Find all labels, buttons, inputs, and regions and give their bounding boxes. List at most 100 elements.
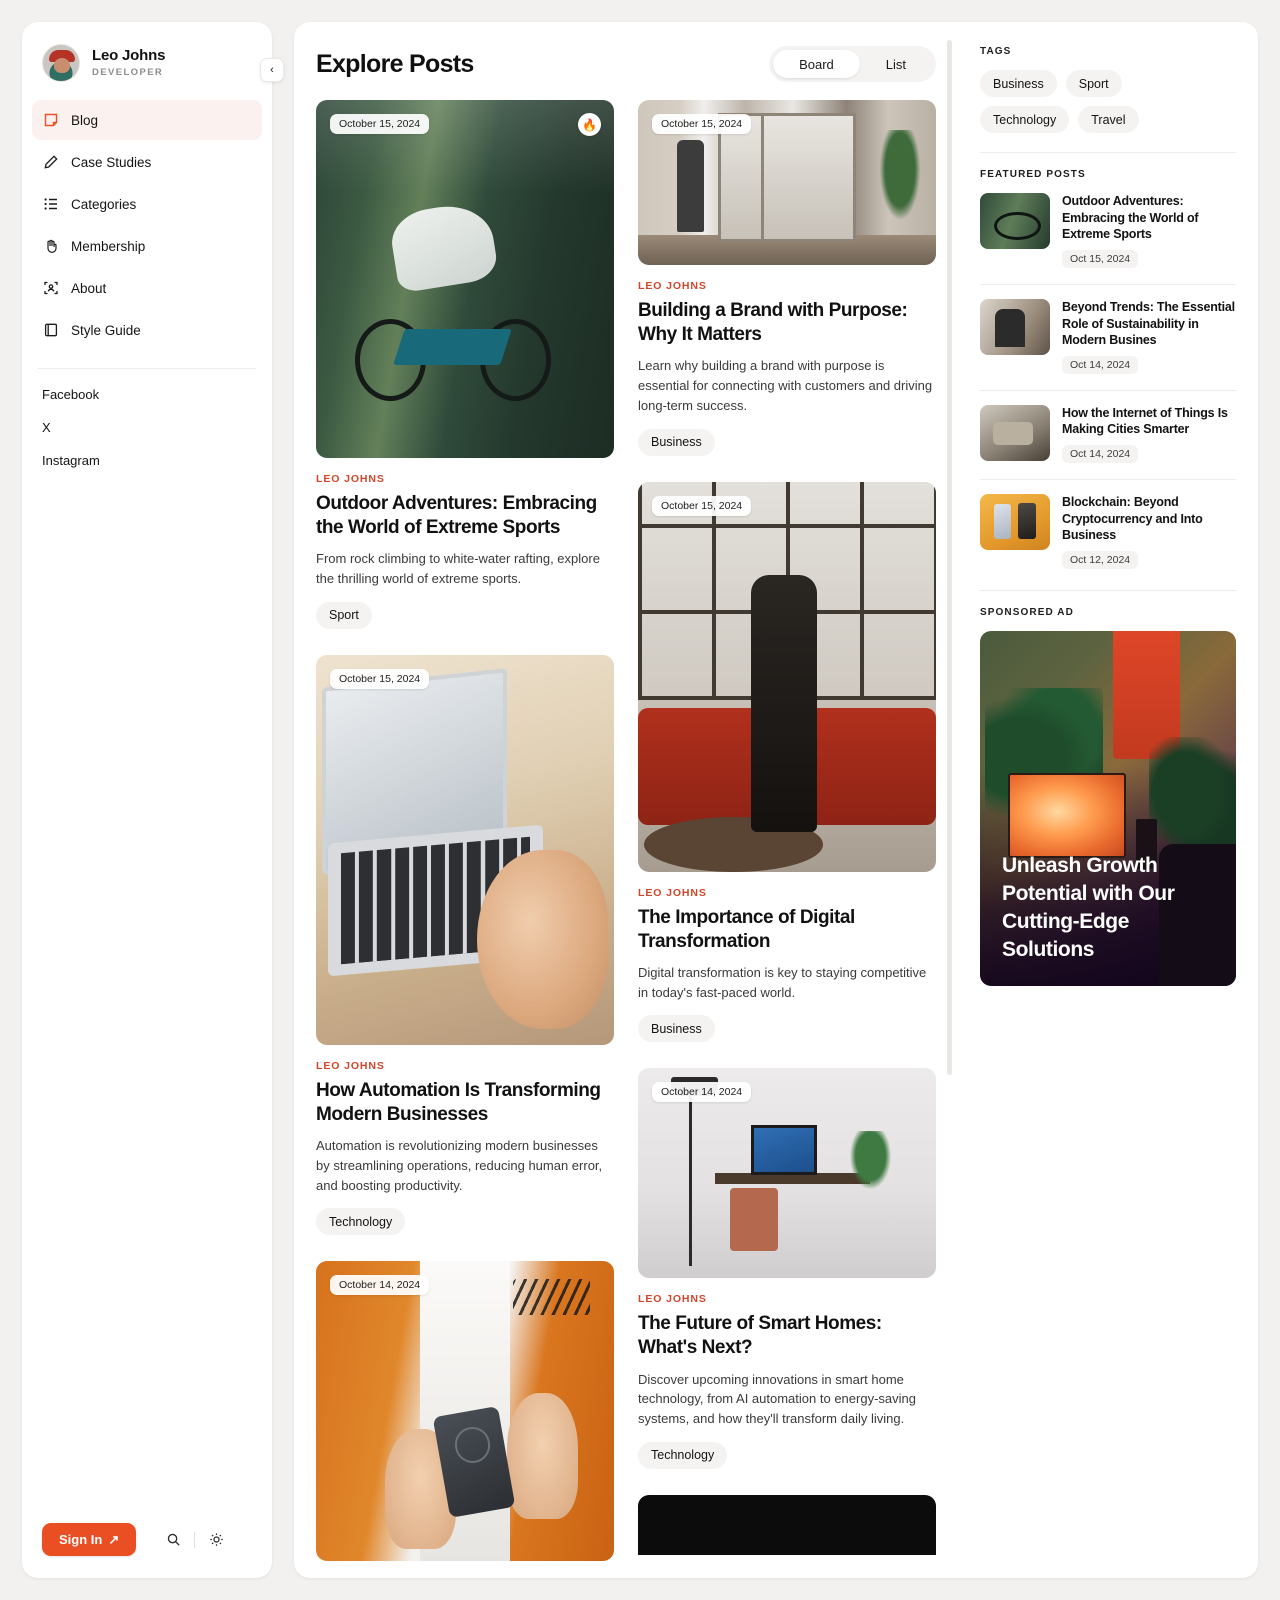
tab-board[interactable]: Board — [773, 50, 860, 78]
tag-business[interactable]: Business — [980, 70, 1057, 97]
post-card[interactable]: October 15, 2024 LEO JOHNS Building a Br… — [638, 100, 936, 456]
post-description: Digital transformation is key to staying… — [638, 964, 927, 1000]
featured-post-item[interactable]: Outdoor Adventures: Embracing the World … — [980, 193, 1236, 270]
list-icon — [42, 196, 59, 213]
post-thumbnail[interactable]: October 14, 2024 — [316, 1261, 614, 1562]
post-card[interactable]: October 15, 2024 LEO JOHNS The Importanc… — [638, 481, 936, 1043]
post-title[interactable]: The Future of Smart Homes: What's Next? — [638, 1312, 936, 1360]
featured-date: Oct 14, 2024 — [1062, 355, 1139, 374]
post-card[interactable]: October 14, 2024 — [316, 1261, 614, 1562]
sponsored-ad-heading: SPONSORED AD — [980, 606, 1074, 618]
post-card[interactable]: October 14, 2024 LEO JOHNS The Future of… — [638, 1068, 936, 1469]
featured-date: Oct 14, 2024 — [1062, 445, 1139, 463]
featured-heading: FEATURED POSTS — [980, 169, 1086, 180]
post-title[interactable]: Building a Brand with Purpose: Why It Ma… — [638, 299, 936, 347]
post-thumbnail[interactable]: October 15, 2024 🔥 — [316, 100, 614, 458]
post-date-badge: October 14, 2024 — [330, 1275, 430, 1296]
featured-thumbnail — [980, 193, 1050, 249]
post-date-badge: October 15, 2024 — [652, 114, 752, 134]
sponsored-ad-title: Unleash Growth Potential with Our Cuttin… — [1002, 854, 1175, 961]
social-link-facebook[interactable]: Facebook — [42, 387, 252, 402]
post-description: Learn why building a brand with purpose … — [638, 358, 933, 413]
post-card[interactable]: October 15, 2024 LEO JOHNS How Automatio… — [316, 654, 614, 1236]
social-link-instagram[interactable]: Instagram — [42, 453, 252, 468]
sidebar-item-categories[interactable]: Categories — [32, 184, 262, 224]
sidebar: ‹ Leo Johns DEVELOPER Blog Case Studies … — [22, 22, 284, 1578]
featured-date: Oct 12, 2024 — [1062, 550, 1139, 569]
post-title[interactable]: How Automation Is Transforming Modern Bu… — [316, 1079, 614, 1127]
featured-divider — [980, 389, 1236, 391]
featured-title[interactable]: Blockchain: Beyond Cryptocurrency and In… — [1062, 494, 1236, 544]
featured-title[interactable]: Beyond Trends: The Essential Role of Sus… — [1062, 299, 1236, 349]
social-link-x[interactable]: X — [42, 420, 252, 435]
featured-post-item[interactable]: How the Internet of Things Is Making Cit… — [980, 404, 1236, 465]
rail-divider — [980, 152, 1236, 153]
post-author: LEO JOHNS — [638, 280, 707, 292]
post-tag[interactable]: Sport — [316, 601, 372, 629]
featured-divider — [980, 479, 1236, 480]
post-title[interactable]: The Importance of Digital Transformation — [638, 906, 936, 954]
sidebar-item-label: About — [71, 280, 107, 296]
sidebar-item-style-guide[interactable]: Style Guide — [32, 310, 262, 350]
tab-list[interactable]: List — [860, 50, 932, 78]
right-rail: TAGS Business Sport Technology Travel FE… — [958, 22, 1258, 1578]
posts-masonry: October 15, 2024 🔥 LEO JOHNS Outdoor Adv… — [316, 100, 936, 1578]
app-root: ‹ Leo Johns DEVELOPER Blog Case Studies … — [0, 0, 1280, 1600]
sidebar-item-case-studies[interactable]: Case Studies — [32, 142, 262, 182]
rail-divider — [980, 589, 1236, 591]
post-thumbnail[interactable] — [638, 1494, 936, 1555]
sidebar-item-membership[interactable]: Membership — [32, 226, 262, 266]
tag-sport[interactable]: Sport — [1065, 70, 1122, 97]
post-thumbnail[interactable]: October 14, 2024 — [638, 1068, 936, 1279]
posts-column-right: October 15, 2024 LEO JOHNS Building a Br… — [638, 100, 936, 1578]
sponsored-ad-card[interactable]: Unleash Growth Potential with Our Cuttin… — [980, 630, 1236, 986]
sidebar-item-about[interactable]: About — [32, 268, 262, 308]
post-author: LEO JOHNS — [638, 886, 707, 899]
featured-thumbnail — [980, 298, 1050, 355]
post-tag[interactable]: Technology — [638, 1441, 728, 1469]
post-card[interactable]: October 15, 2024 🔥 LEO JOHNS Outdoor Adv… — [316, 100, 614, 629]
tags-heading: TAGS — [980, 46, 1012, 57]
pencil-icon — [42, 154, 59, 171]
featured-post-item[interactable]: Blockchain: Beyond Cryptocurrency and In… — [980, 494, 1236, 571]
post-thumbnail[interactable]: October 15, 2024 — [316, 654, 614, 1045]
view-toggle: Board List — [769, 46, 936, 82]
post-tag[interactable]: Technology — [316, 1208, 406, 1236]
tag-travel[interactable]: Travel — [1078, 106, 1139, 133]
post-tag[interactable]: Business — [638, 428, 715, 456]
featured-divider — [980, 283, 1236, 285]
arrow-up-right-icon: ↗ — [108, 1531, 120, 1547]
post-title[interactable]: Outdoor Adventures: Embracing the World … — [316, 492, 614, 540]
search-icon[interactable] — [164, 1531, 182, 1549]
profile-block[interactable]: Leo Johns DEVELOPER — [22, 22, 272, 96]
post-author: LEO JOHNS — [638, 1293, 707, 1306]
profile-name: Leo Johns — [92, 47, 166, 65]
post-author: LEO JOHNS — [316, 473, 385, 485]
post-date-badge: October 15, 2024 — [330, 114, 430, 134]
post-thumbnail[interactable]: October 15, 2024 — [638, 481, 936, 872]
featured-post-item[interactable]: Beyond Trends: The Essential Role of Sus… — [980, 298, 1236, 376]
person-scan-icon — [42, 280, 59, 297]
note-icon — [42, 112, 59, 129]
post-description: Automation is revolutionizing modern bus… — [316, 1138, 603, 1193]
post-thumbnail[interactable]: October 15, 2024 — [638, 100, 936, 265]
sidebar-item-label: Style Guide — [71, 322, 141, 338]
sidebar-item-blog[interactable]: Blog — [32, 100, 262, 140]
post-tag[interactable]: Business — [638, 1015, 715, 1043]
featured-title[interactable]: How the Internet of Things Is Making Cit… — [1062, 405, 1236, 438]
sign-in-button[interactable]: Sign In ↗ — [42, 1523, 137, 1556]
sidebar-collapse-button[interactable]: ‹ — [260, 58, 284, 82]
sidebar-footer: Sign In ↗ — [22, 1523, 272, 1578]
post-card[interactable] — [638, 1494, 936, 1555]
wave-hand-icon — [42, 238, 59, 255]
hot-flame-icon: 🔥 — [578, 113, 601, 136]
main-panel: Explore Posts Board List October 15, 202… — [294, 22, 1258, 1578]
feed-scrollbar[interactable] — [947, 40, 952, 1075]
avatar — [42, 44, 80, 82]
featured-title[interactable]: Outdoor Adventures: Embracing the World … — [1062, 193, 1236, 243]
post-date-badge: October 15, 2024 — [652, 495, 752, 516]
post-description: From rock climbing to white-water raftin… — [316, 551, 600, 586]
sidebar-item-label: Case Studies — [71, 154, 152, 170]
sun-icon[interactable] — [207, 1531, 225, 1549]
tag-technology[interactable]: Technology — [980, 106, 1070, 133]
